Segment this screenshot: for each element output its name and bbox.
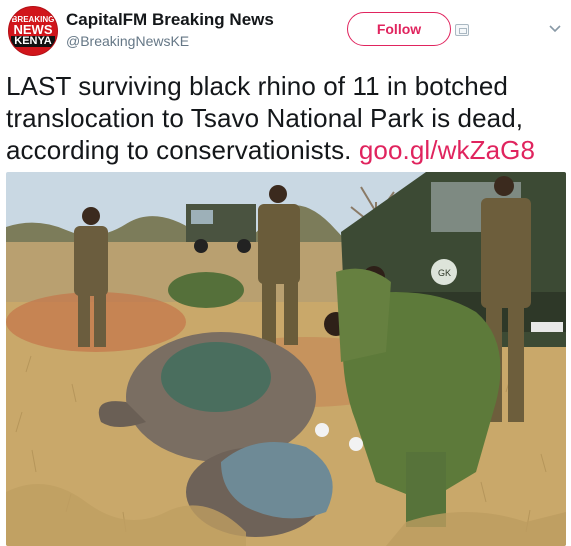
- display-name[interactable]: CapitalFM Breaking News: [66, 10, 274, 30]
- photo-illustration: GK: [6, 172, 566, 546]
- vehicle-plate-text: GK: [438, 268, 451, 278]
- tweet-card: BREAKING NEWS KENYA CapitalFM Breaking N…: [0, 0, 571, 546]
- tweet-photo[interactable]: GK: [6, 172, 566, 546]
- user-handle[interactable]: @BreakingNewsKE: [66, 33, 189, 49]
- follow-card-icon[interactable]: [455, 24, 469, 36]
- follow-button[interactable]: Follow: [347, 12, 451, 46]
- tweet-text-line-1: LAST surviving black rhino of 11 in botc…: [6, 71, 508, 101]
- tweet-text-line-2: translocation to Tsavo National Park is …: [6, 103, 524, 133]
- avatar-text-kenya: KENYA: [11, 36, 55, 47]
- tweet-text-line-3: according to conservationists. goo.gl/wk…: [6, 134, 566, 166]
- tweet-link[interactable]: goo.gl/wkZaG8: [359, 135, 535, 165]
- tweet-text-line-3-body: according to conservationists.: [6, 135, 359, 165]
- chevron-down-icon[interactable]: [548, 22, 562, 36]
- profile-avatar[interactable]: BREAKING NEWS KENYA: [8, 6, 58, 56]
- tweet-text: LAST surviving black rhino of 11 in botc…: [6, 70, 566, 166]
